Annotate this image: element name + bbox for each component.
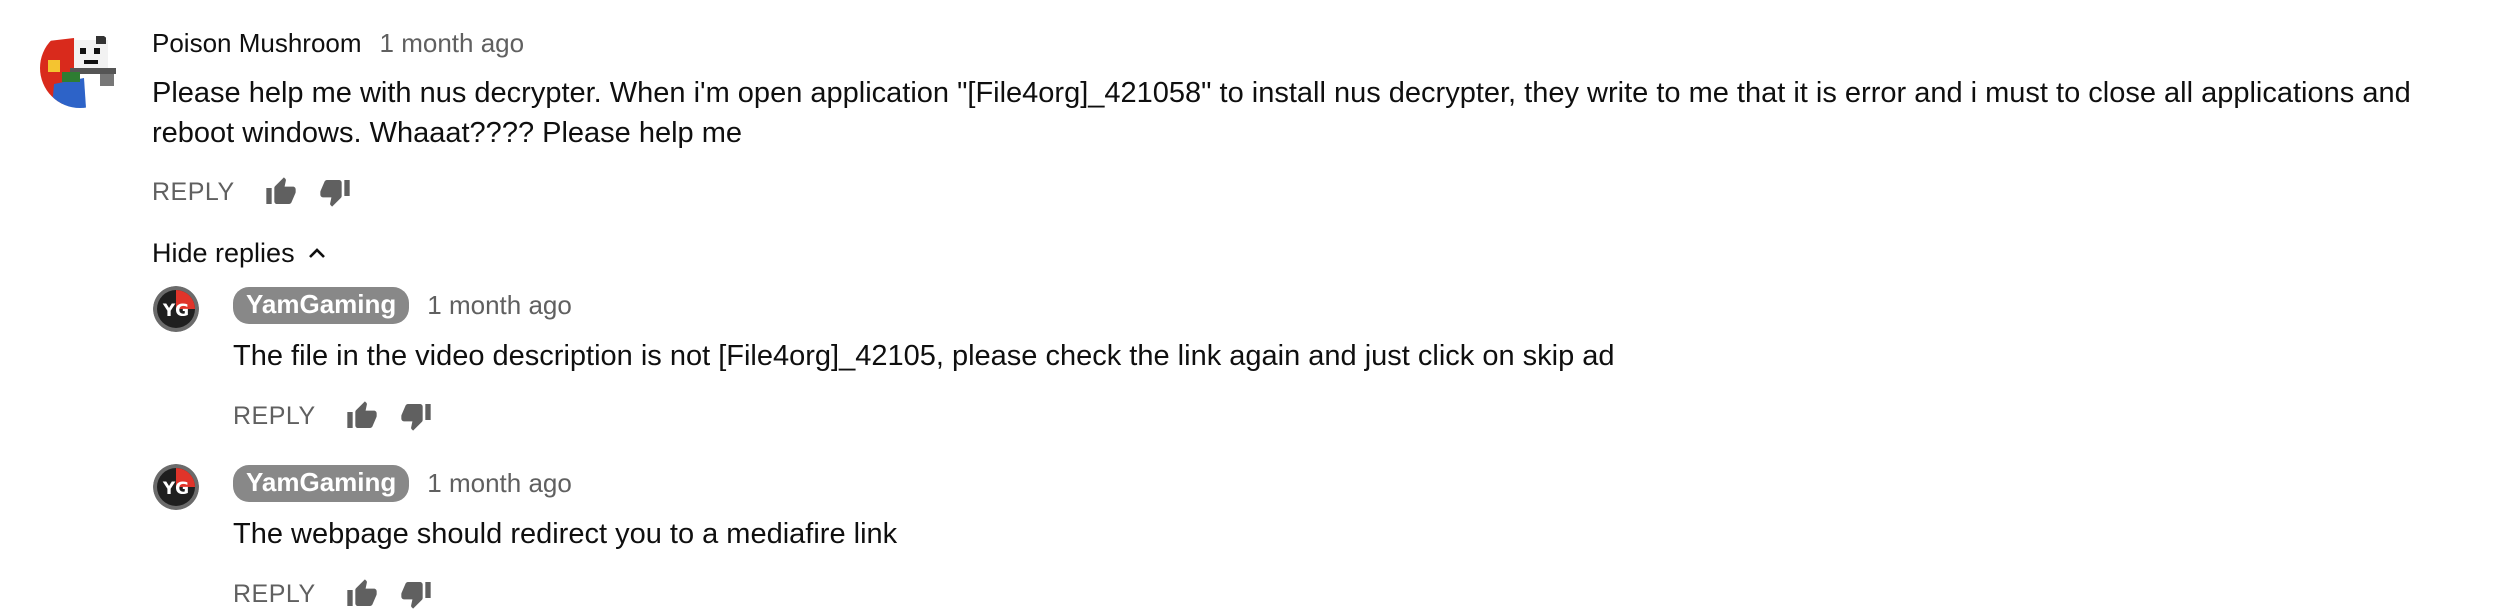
dislike-icon[interactable] [400, 578, 432, 610]
hide-replies-label: Hide replies [152, 238, 295, 268]
chevron-up-icon [308, 247, 325, 258]
reply-text: The file in the video description is not… [233, 340, 1615, 372]
reply-timestamp[interactable]: 1 month ago [427, 290, 572, 321]
svg-text:YG: YG [162, 301, 189, 321]
avatar[interactable] [40, 28, 120, 108]
dislike-icon[interactable] [400, 400, 432, 432]
reply-actions: REPLY [233, 578, 432, 610]
avatar[interactable]: YG [153, 464, 199, 510]
dislike-icon[interactable] [319, 176, 351, 208]
reply-timestamp[interactable]: 1 month ago [427, 468, 572, 499]
comment-timestamp[interactable]: 1 month ago [380, 28, 525, 59]
reply-header: YamGaming 1 month ago [233, 465, 572, 502]
avatar[interactable]: YG [153, 286, 199, 332]
reply-button[interactable]: REPLY [233, 402, 316, 431]
comment-text: Please help me with nus decrypter. When … [152, 77, 2411, 149]
comment-header: Poison Mushroom 1 month ago [152, 28, 524, 59]
reply-button[interactable]: REPLY [152, 178, 235, 207]
reply-button[interactable]: REPLY [233, 580, 316, 609]
author-name-chip[interactable]: YamGaming [233, 287, 410, 324]
like-icon[interactable] [265, 176, 297, 208]
author-name[interactable]: Poison Mushroom [152, 28, 362, 59]
reply-text: The webpage should redirect you to a med… [233, 518, 898, 550]
comment-thread: Poison Mushroom 1 month ago Please help … [0, 0, 2514, 616]
comment-actions: REPLY [152, 176, 351, 208]
reply-header: YamGaming 1 month ago [233, 287, 572, 324]
like-icon[interactable] [346, 578, 378, 610]
hide-replies-toggle[interactable]: Hide replies [152, 238, 329, 269]
reply-actions: REPLY [233, 400, 432, 432]
like-icon[interactable] [346, 400, 378, 432]
svg-text:YG: YG [162, 479, 189, 499]
author-name-chip[interactable]: YamGaming [233, 465, 410, 502]
